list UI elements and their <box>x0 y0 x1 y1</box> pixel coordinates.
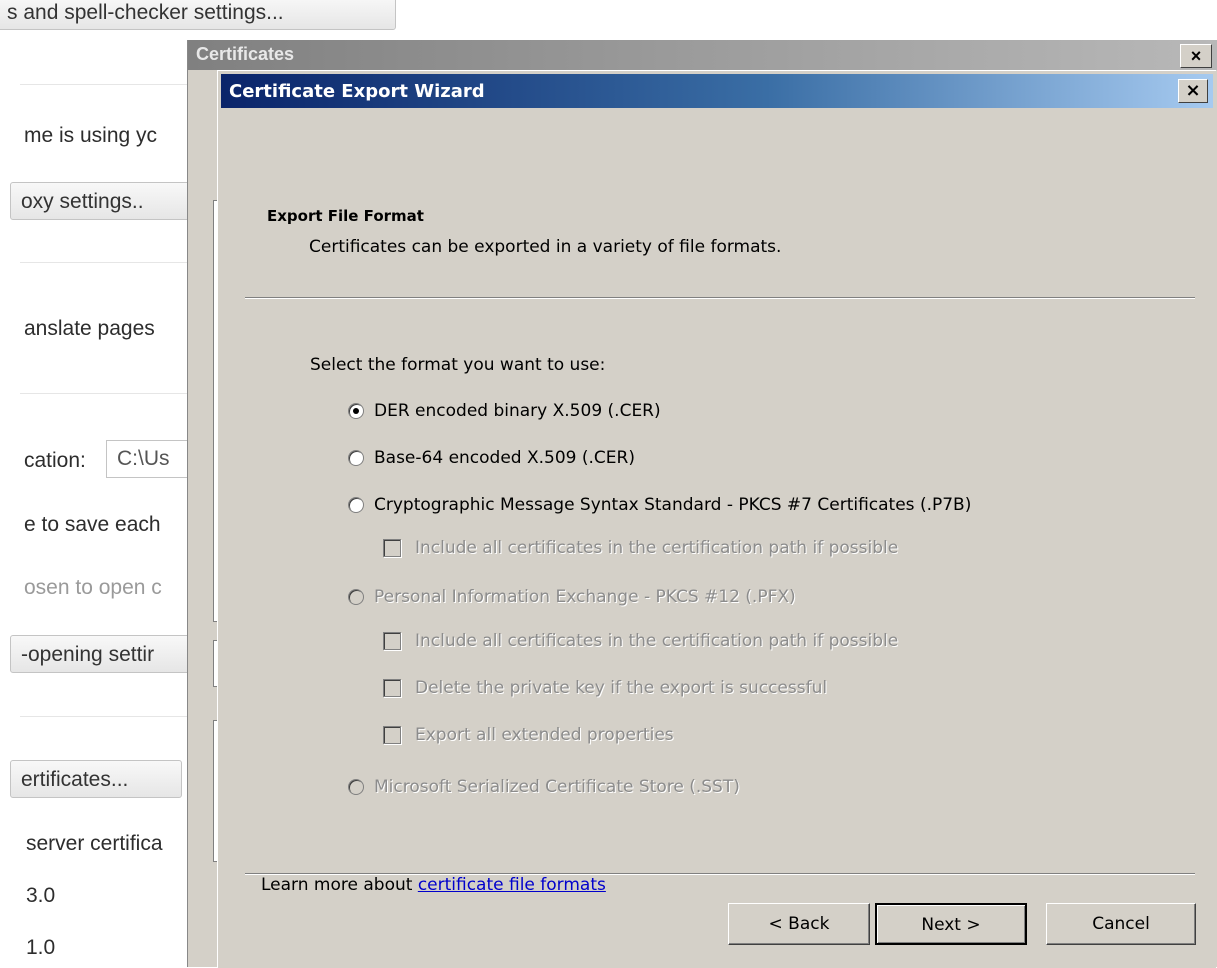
radio-pfx <box>348 589 364 605</box>
option-label: Microsoft Serialized Certificate Store (… <box>374 777 740 797</box>
tls-1-option: 1.0 <box>26 936 56 959</box>
learn-more-prefix: Learn more about <box>261 875 418 895</box>
checkbox <box>383 632 401 650</box>
page-heading: Export File Format <box>267 207 424 225</box>
proxy-settings-button[interactable]: oxy settings.. <box>10 182 200 220</box>
server-certificate-text: server certifica <box>26 832 163 855</box>
checkbox-pfx-delete-key: Delete the private key if the export is … <box>383 678 827 698</box>
certificates-title: Certificates <box>196 44 295 64</box>
ssl-3-option: 3.0 <box>26 884 56 907</box>
option-label: DER encoded binary X.509 (.CER) <box>374 401 661 421</box>
option-label: Delete the private key if the export is … <box>415 678 828 698</box>
section-divider <box>20 262 190 263</box>
option-label: Include all certificates in the certific… <box>415 631 899 651</box>
option-der-cer[interactable]: DER encoded binary X.509 (.CER) <box>348 401 661 421</box>
wizard-title-bar[interactable]: Certificate Export Wizard × <box>221 74 1213 108</box>
next-button[interactable]: Next > <box>875 903 1027 945</box>
option-pfx: Personal Information Exchange - PKCS #12… <box>348 587 796 607</box>
translate-description: anslate pages <box>24 317 155 340</box>
option-label: Include all certificates in the certific… <box>415 538 899 558</box>
certificate-export-wizard: Certificate Export Wizard × Export File … <box>217 70 1216 968</box>
footer-separator <box>245 873 1195 875</box>
section-divider <box>20 716 190 717</box>
option-label: Cryptographic Message Syntax Standard - … <box>374 495 972 515</box>
ask-save-location-text: e to save each <box>24 513 161 536</box>
certificates-close-button[interactable]: × <box>1180 44 1212 68</box>
radio-base64-cer[interactable] <box>348 450 364 466</box>
learn-more-text: Learn more about certificate file format… <box>261 875 606 895</box>
close-icon: × <box>1185 80 1201 101</box>
proxy-description: me is using yc <box>24 124 158 147</box>
cancel-button[interactable]: Cancel <box>1046 903 1196 945</box>
download-location-label: cation: <box>24 449 86 472</box>
radio-pkcs7-p7b[interactable] <box>348 497 364 513</box>
checkbox <box>383 679 401 697</box>
auto-opening-settings-button[interactable]: -opening settir <box>10 635 210 673</box>
header-separator <box>245 297 1195 299</box>
checkbox-pfx-export-properties: Export all extended properties <box>383 725 674 745</box>
option-label: Personal Information Exchange - PKCS #12… <box>374 587 796 607</box>
option-base64-cer[interactable]: Base-64 encoded X.509 (.CER) <box>348 448 635 468</box>
wizard-close-button[interactable]: × <box>1178 79 1208 103</box>
section-divider <box>20 393 190 394</box>
radio-der-cer[interactable] <box>348 403 364 419</box>
close-icon: × <box>1190 46 1202 66</box>
auto-open-description: osen to open c <box>24 576 162 599</box>
option-label: Base-64 encoded X.509 (.CER) <box>374 448 635 468</box>
back-button[interactable]: < Back <box>728 903 870 945</box>
option-pkcs7-p7b[interactable]: Cryptographic Message Syntax Standard - … <box>348 495 971 515</box>
checkbox-pfx-include-all: Include all certificates in the certific… <box>383 631 898 651</box>
certificate-file-formats-link[interactable]: certificate file formats <box>418 875 606 895</box>
radio-sst <box>348 779 364 795</box>
format-prompt: Select the format you want to use: <box>310 355 606 375</box>
option-sst: Microsoft Serialized Certificate Store (… <box>348 777 740 797</box>
radio-selected-dot <box>353 408 359 414</box>
wizard-title: Certificate Export Wizard <box>229 81 485 102</box>
certificates-title-bar[interactable]: Certificates × <box>188 40 1217 70</box>
page-subheading: Certificates can be exported in a variet… <box>309 237 782 257</box>
checkbox <box>383 726 401 744</box>
section-divider <box>20 84 190 85</box>
checkbox-pkcs7-include-all: Include all certificates in the certific… <box>383 538 898 558</box>
language-spellcheck-settings-button[interactable]: s and spell-checker settings... <box>0 0 396 30</box>
manage-certificates-button[interactable]: ertificates... <box>10 760 182 798</box>
checkbox <box>383 539 401 557</box>
option-label: Export all extended properties <box>415 725 674 745</box>
